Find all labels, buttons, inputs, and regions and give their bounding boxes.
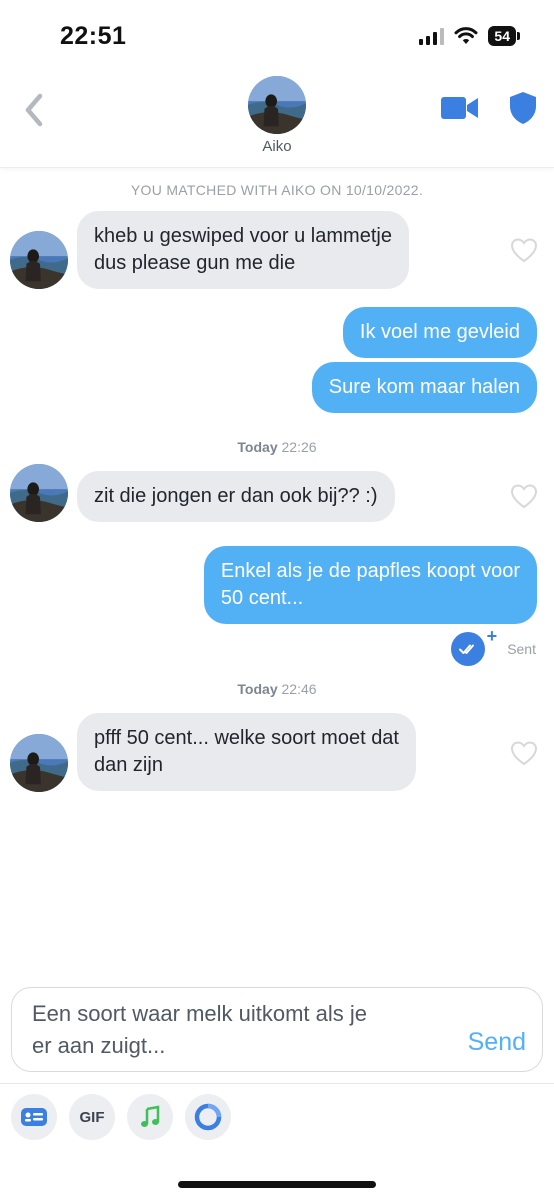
message-line: dan zijn <box>94 754 163 776</box>
video-call-icon[interactable] <box>440 94 480 122</box>
divider <box>0 1083 554 1084</box>
avatar-photo <box>10 464 68 522</box>
shield-icon[interactable] <box>508 90 538 126</box>
message-line: 50 cent... <box>220 587 304 609</box>
message-bubble-incoming[interactable]: zit die jongen er dan ook bij?? :) <box>77 471 395 522</box>
message-line: Sure kom maar halen <box>328 376 520 398</box>
chat-header: Aiko <box>0 70 554 168</box>
sticker-icon <box>21 1108 47 1126</box>
message-bubble-outgoing[interactable]: Enkel als je de papfles koopt voor 50 ce… <box>203 546 537 624</box>
signal-icon <box>419 27 445 45</box>
message-avatar[interactable] <box>10 231 68 289</box>
message-bubble-outgoing[interactable]: Sure kom maar halen <box>311 362 537 413</box>
battery-indicator: 54 <box>488 26 520 46</box>
date-separator: Today 22:46 <box>0 681 554 697</box>
composer-toolbar: GIF <box>11 1094 231 1140</box>
separator-day: Today <box>237 439 278 455</box>
input-line: er aan zuigt... <box>32 1033 166 1058</box>
avatar-photo <box>10 231 68 289</box>
message-bubble-outgoing[interactable]: Ik voel me gevleid <box>342 307 537 358</box>
sticker-button[interactable] <box>11 1094 57 1140</box>
message-line: zit die jongen er dan ook bij?? :) <box>94 485 378 507</box>
like-heart-icon[interactable] <box>510 237 538 263</box>
avatar-photo <box>248 76 306 134</box>
read-receipt-icon[interactable]: + <box>451 626 497 666</box>
message-line: dus please gun me die <box>94 252 296 274</box>
avatar-photo <box>10 734 68 792</box>
like-heart-icon[interactable] <box>510 483 538 509</box>
gif-button[interactable]: GIF <box>69 1094 115 1140</box>
profile-avatar[interactable] <box>248 76 306 134</box>
sent-label: Sent <box>507 641 536 657</box>
plus-icon: + <box>486 626 498 646</box>
status-time: 22:51 <box>60 22 127 50</box>
message-input[interactable]: Een soort waar melk uitkomt als je er aa… <box>11 987 543 1072</box>
music-button[interactable] <box>127 1094 173 1140</box>
match-notice: YOU MATCHED WITH AIKO ON 10/10/2022. <box>130 182 424 198</box>
back-icon[interactable] <box>18 90 48 130</box>
message-line: Ik voel me gevleid <box>359 321 520 343</box>
message-avatar[interactable] <box>10 734 68 792</box>
date-separator: Today 22:26 <box>0 439 554 455</box>
match-name: Aiko <box>262 138 292 155</box>
gif-icon: GIF <box>79 1108 105 1126</box>
message-line: pfff 50 cent... welke soort moet dat <box>94 727 399 749</box>
loop-icon <box>194 1103 222 1131</box>
message-bubble-incoming[interactable]: pfff 50 cent... welke soort moet dat dan… <box>77 713 416 791</box>
wifi-icon <box>454 27 478 44</box>
message-line: Enkel als je de papfles koopt voor <box>220 560 520 582</box>
message-bubble-incoming[interactable]: kheb u geswiped voor u lammetje dus plea… <box>77 211 409 289</box>
music-icon <box>141 1105 160 1127</box>
separator-time: 22:46 <box>281 681 317 697</box>
input-line: Een soort waar melk uitkomt als je <box>32 1001 368 1026</box>
message-line: kheb u geswiped voor u lammetje <box>94 225 392 247</box>
send-button[interactable]: Send <box>468 1028 526 1057</box>
loop-button[interactable] <box>185 1094 231 1140</box>
message-input-text[interactable]: Een soort waar melk uitkomt als je er aa… <box>32 998 442 1062</box>
message-avatar[interactable] <box>10 464 68 522</box>
like-heart-icon[interactable] <box>510 740 538 766</box>
separator-day: Today <box>237 681 278 697</box>
status-bar: 22:51 54 <box>0 0 554 70</box>
separator-time: 22:26 <box>281 439 317 455</box>
sent-status: + Sent <box>451 626 536 666</box>
home-indicator <box>178 1181 376 1188</box>
status-icons: 54 <box>419 26 520 46</box>
